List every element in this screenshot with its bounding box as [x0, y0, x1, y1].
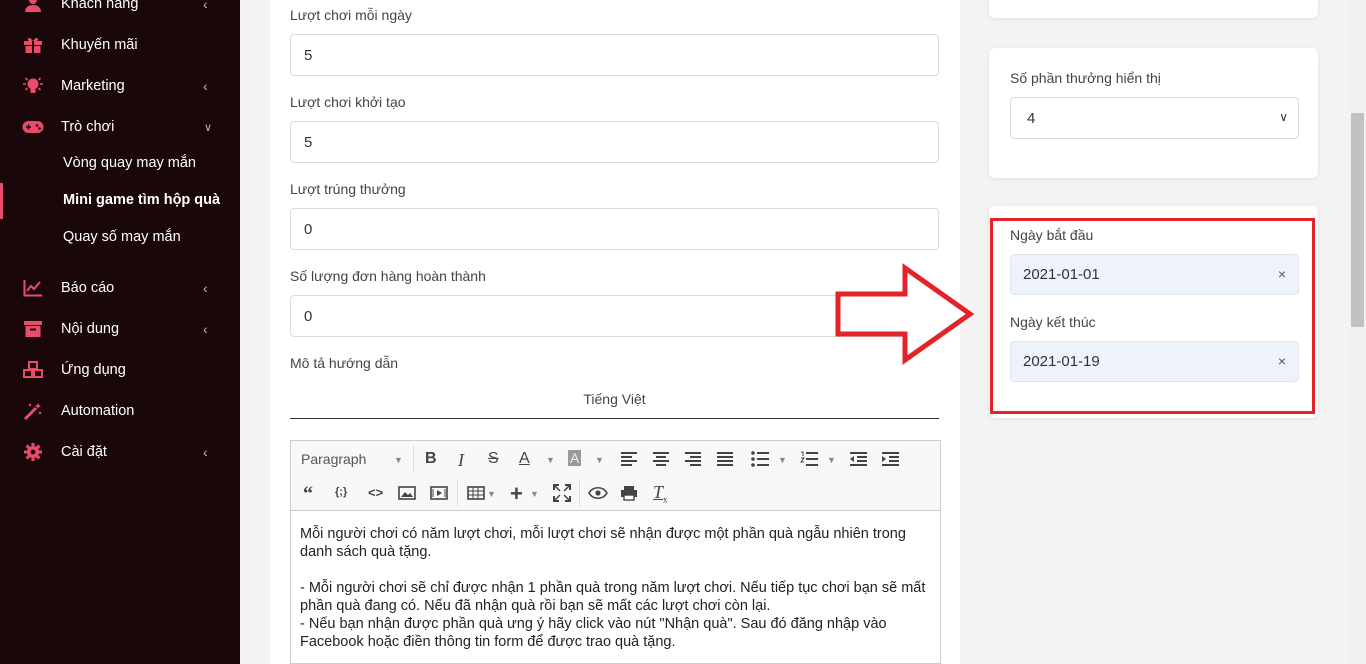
indent-icon[interactable] [881, 451, 899, 467]
sidebar-item-apps[interactable]: Ứng dụng [0, 352, 240, 388]
completed-orders-label: Số lượng đơn hàng hoàn thành [290, 268, 486, 284]
scrollbar-track[interactable] [1349, 0, 1366, 664]
active-indicator [0, 183, 3, 219]
top-settings-card [989, 0, 1318, 18]
caret-down-icon: ▼ [827, 455, 836, 465]
editor-content[interactable]: Mỗi người chơi có năm lượt chơi, mỗi lượ… [300, 525, 932, 651]
initial-plays-label: Lượt chơi khởi tạo [290, 94, 406, 110]
sidebar-item-customers[interactable]: Khách hàng ‹ [0, 0, 240, 22]
font-color-icon[interactable]: A [519, 450, 530, 468]
italic-icon[interactable]: I [458, 450, 464, 471]
sidebar-item-automation[interactable]: Automation [0, 393, 240, 429]
sidebar-item-games[interactable]: Trò chơi ∨ [0, 109, 240, 145]
paragraph-format-select[interactable]: Paragraph [301, 451, 366, 467]
sidebar-item-label: Nội dung [61, 321, 120, 337]
sidebar-item-label: Automation [61, 403, 135, 419]
caret-down-icon: ▼ [487, 489, 496, 499]
description-label: Mô tả hướng dẫn [290, 355, 399, 371]
toolbar-divider [579, 480, 580, 506]
print-icon[interactable] [620, 485, 638, 501]
sidebar-item-label: Cài đặt [61, 444, 107, 460]
code-block-icon[interactable]: {;} [335, 486, 347, 498]
preview-eye-icon[interactable] [588, 486, 608, 500]
toolbar-divider [457, 480, 458, 506]
sidebar-item-label: Ứng dụng [61, 362, 126, 378]
user-icon [22, 0, 44, 14]
insert-plus-icon[interactable]: + [510, 481, 523, 507]
annotation-arrow-icon [835, 263, 975, 365]
chevron-left-icon: ‹ [203, 444, 208, 460]
sidebar-item-reports[interactable]: Báo cáo ‹ [0, 270, 240, 306]
wins-label: Lượt trúng thưởng [290, 181, 406, 197]
gear-icon [22, 442, 44, 462]
chevron-down-icon: ∨ [204, 121, 213, 134]
tab-vietnamese[interactable]: Tiếng Việt [290, 391, 939, 407]
caret-down-icon: ▼ [595, 455, 604, 465]
initial-plays-input[interactable]: 5 [290, 121, 939, 163]
scrollbar-thumb[interactable] [1351, 113, 1364, 327]
wins-input[interactable]: 0 [290, 208, 939, 250]
image-icon[interactable] [398, 485, 416, 501]
tab-underline [290, 418, 939, 419]
toolbar-divider [413, 446, 414, 472]
gamepad-icon [22, 117, 44, 137]
bold-icon[interactable]: B [425, 450, 437, 468]
chevron-left-icon: ‹ [203, 78, 208, 94]
video-icon[interactable] [430, 485, 448, 501]
sidebar-subitem-lucky-wheel[interactable]: Vòng quay may mắn [63, 155, 196, 171]
rewards-count-select[interactable]: 4 ∨ [1010, 97, 1299, 139]
chevron-left-icon: ‹ [203, 321, 208, 337]
lightbulb-icon [22, 76, 44, 96]
daily-plays-input[interactable]: 5 [290, 34, 939, 76]
align-justify-icon[interactable] [716, 451, 734, 467]
blockquote-icon[interactable]: “ [303, 483, 313, 506]
sidebar-item-label: Trò chơi [61, 119, 115, 135]
clear-format-icon[interactable]: Tx [653, 482, 668, 505]
sidebar: Khách hàng ‹ Khuyến mãi Marketing ‹ Trò … [0, 0, 240, 664]
rewards-count-label: Số phần thưởng hiển thị [1010, 70, 1161, 86]
archive-icon [22, 319, 44, 339]
sidebar-item-label: Báo cáo [61, 280, 115, 296]
align-right-icon[interactable] [684, 451, 702, 467]
chevron-left-icon: ‹ [203, 280, 208, 296]
sidebar-item-settings[interactable]: Cài đặt ‹ [0, 434, 240, 470]
bullet-list-icon[interactable] [751, 451, 769, 467]
fullscreen-icon[interactable] [553, 484, 571, 502]
sidebar-item-label: Marketing [61, 78, 125, 94]
rewards-count-value: 4 [1027, 109, 1036, 127]
sidebar-item-content[interactable]: Nội dung ‹ [0, 311, 240, 347]
gift-icon [22, 35, 44, 55]
magic-wand-icon [22, 401, 44, 421]
chevron-left-icon: ‹ [203, 0, 208, 12]
strikethrough-icon[interactable]: S [488, 450, 499, 468]
cubes-icon [22, 360, 44, 380]
chart-icon [22, 278, 44, 298]
sidebar-item-label: Khuyến mãi [61, 37, 138, 53]
outdent-icon[interactable] [849, 451, 867, 467]
highlight-color-icon[interactable]: A [568, 450, 582, 466]
caret-down-icon: ▼ [778, 455, 787, 465]
highlight-box [990, 218, 1315, 414]
align-left-icon[interactable] [620, 451, 638, 467]
chevron-down-icon: ∨ [1279, 110, 1288, 124]
sidebar-subitem-lucky-draw[interactable]: Quay số may mắn [63, 229, 181, 245]
caret-down-icon: ▼ [530, 489, 539, 499]
caret-down-icon: ▼ [394, 455, 403, 465]
daily-plays-label: Lượt chơi mỗi ngày [290, 7, 412, 23]
code-icon[interactable]: <> [368, 485, 383, 500]
sidebar-item-marketing[interactable]: Marketing ‹ [0, 68, 240, 104]
editor-toolbar: Paragraph ▼ B I S A ▼ A ▼ ▼ ▼ “ {;} <> ▼… [291, 441, 940, 511]
sidebar-subitem-gift-box-game[interactable]: Mini game tìm hộp quà [63, 192, 220, 208]
align-center-icon[interactable] [652, 451, 670, 467]
sidebar-item-label: Khách hàng [61, 0, 139, 12]
description-editor: Paragraph ▼ B I S A ▼ A ▼ ▼ ▼ “ {;} <> ▼… [290, 440, 941, 664]
table-icon[interactable] [467, 485, 485, 501]
numbered-list-icon[interactable] [800, 451, 818, 467]
sidebar-item-promotions[interactable]: Khuyến mãi [0, 27, 240, 63]
caret-down-icon: ▼ [546, 455, 555, 465]
